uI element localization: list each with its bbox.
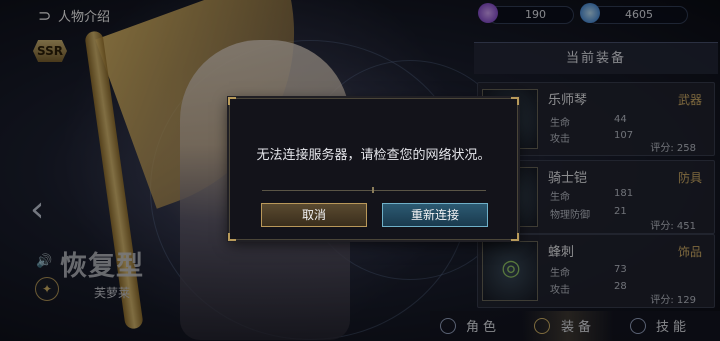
dialog-corner bbox=[511, 97, 519, 105]
connection-error-dialog: 无法连接服务器，请检查您的网络状况。 取消 重新连接 bbox=[228, 97, 519, 241]
cancel-button[interactable]: 取消 bbox=[261, 203, 367, 227]
dialog-corner bbox=[228, 97, 236, 105]
game-screen: ⊃ 人物介绍 SSR 190 4605 ‹ 🔊 恢复型 ✦ 芙萝莱 当前装备 ♆… bbox=[0, 0, 720, 341]
dialog-corner bbox=[228, 233, 236, 241]
dialog-message: 无法连接服务器，请检查您的网络状况。 bbox=[256, 148, 491, 163]
dialog-divider bbox=[262, 190, 486, 191]
dialog-divider-ornament bbox=[372, 187, 374, 193]
dialog-corner bbox=[511, 233, 519, 241]
reconnect-button[interactable]: 重新连接 bbox=[382, 203, 488, 227]
